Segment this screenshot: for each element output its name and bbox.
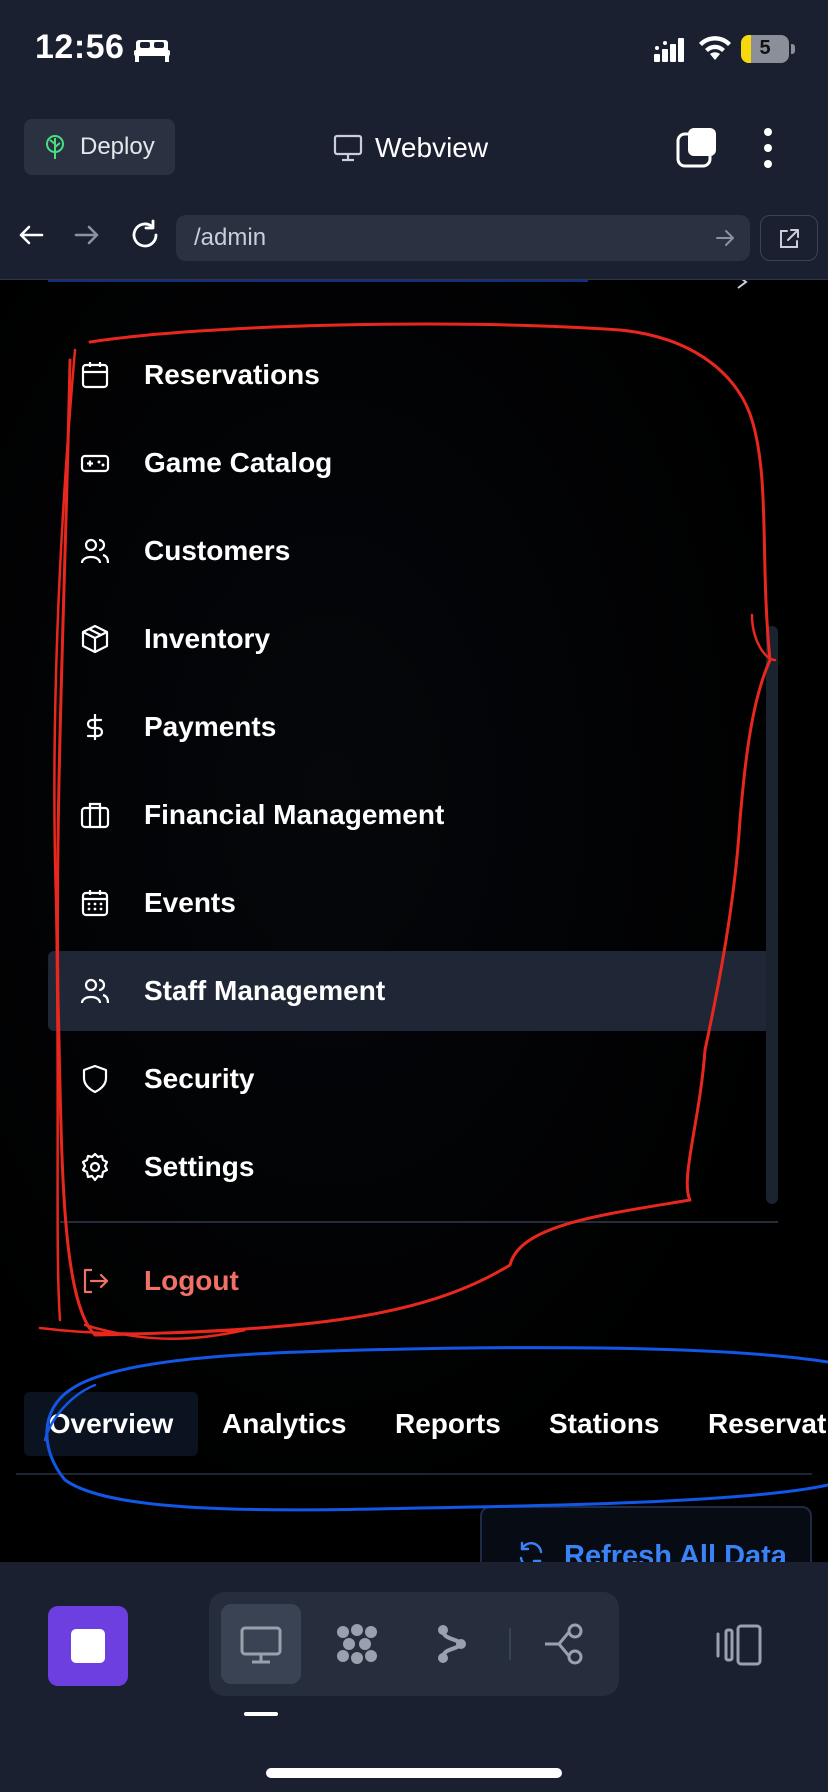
url-text: /admin bbox=[194, 224, 267, 251]
tab-label: Reservations bbox=[708, 1408, 828, 1439]
sidebar-item-label: Reservations bbox=[144, 359, 320, 390]
bed-icon bbox=[134, 40, 170, 62]
url-input[interactable]: /admin bbox=[176, 215, 750, 261]
monitor-icon bbox=[333, 134, 363, 162]
users-icon bbox=[80, 538, 110, 564]
sidebar-item-inventory[interactable]: Inventory bbox=[48, 599, 778, 679]
share-nodes-icon bbox=[545, 1623, 583, 1665]
sidebar-item-game-catalog[interactable]: Game Catalog bbox=[48, 423, 778, 503]
deploy-label: Deploy bbox=[80, 133, 155, 160]
panel-toggle-icon[interactable] bbox=[714, 1622, 764, 1668]
monitor-icon bbox=[240, 1626, 282, 1664]
tabs-icon[interactable] bbox=[674, 126, 718, 170]
tab-reports[interactable]: Reports bbox=[371, 1392, 525, 1456]
sidebar-item-label: Customers bbox=[144, 535, 291, 566]
branch-icon bbox=[438, 1625, 466, 1663]
stop-button[interactable] bbox=[48, 1606, 128, 1686]
cellular-signal-icon bbox=[654, 38, 684, 62]
status-time: 12:56 bbox=[35, 28, 125, 66]
shield-icon bbox=[82, 1064, 108, 1094]
sidebar-item-label: Security bbox=[144, 1063, 255, 1094]
top-toolbar: Deploy Webview bbox=[0, 100, 828, 196]
tab-label: Reports bbox=[395, 1408, 501, 1439]
cut-off-icon bbox=[737, 280, 748, 289]
dock-active-indicator bbox=[244, 1712, 278, 1716]
battery-percent: 5 bbox=[759, 37, 771, 59]
external-link-icon bbox=[780, 229, 799, 248]
tab-divider bbox=[16, 1473, 812, 1475]
tab-bar: Overview Analytics Reports Stations Rese… bbox=[0, 1392, 828, 1472]
calendar-icon bbox=[81, 362, 109, 389]
sidebar-item-customers[interactable]: Customers bbox=[48, 511, 778, 591]
sidebar-item-label: Inventory bbox=[144, 623, 271, 654]
sidebar-item-settings[interactable]: Settings bbox=[48, 1127, 778, 1207]
deploy-tree-icon bbox=[46, 135, 64, 159]
reload-icon[interactable] bbox=[128, 218, 162, 252]
sidebar-item-reservations[interactable]: Reservations bbox=[48, 335, 778, 415]
webview-title: Webview bbox=[333, 130, 488, 166]
tab-analytics[interactable]: Analytics bbox=[198, 1392, 371, 1456]
sidebar-item-financial-management[interactable]: Financial Management bbox=[48, 775, 778, 855]
go-arrow-icon[interactable] bbox=[714, 227, 736, 249]
dock-view-group bbox=[209, 1592, 619, 1696]
tab-label: Analytics bbox=[222, 1408, 347, 1439]
sidebar-item-label: Game Catalog bbox=[144, 447, 333, 478]
gamepad-icon bbox=[80, 454, 110, 473]
refresh-all-data-button[interactable]: Refresh All Data bbox=[480, 1506, 812, 1562]
tab-label: Overview bbox=[48, 1408, 174, 1439]
users-icon bbox=[80, 978, 110, 1004]
webview-title-text: Webview bbox=[375, 132, 489, 163]
menu-divider bbox=[60, 1221, 778, 1223]
package-icon bbox=[81, 624, 109, 654]
battery-icon: 5 bbox=[741, 35, 789, 63]
open-external-button[interactable] bbox=[760, 215, 818, 261]
sidebar-item-label: Settings bbox=[144, 1151, 255, 1182]
cluster-icon bbox=[337, 1624, 377, 1664]
gear-icon bbox=[81, 1152, 109, 1182]
sidebar-item-label: Financial Management bbox=[144, 799, 445, 830]
dock-separator bbox=[509, 1628, 511, 1660]
logout-icon bbox=[83, 1268, 109, 1294]
logout-button[interactable]: Logout bbox=[48, 1241, 778, 1321]
briefcase-icon bbox=[80, 802, 110, 829]
refresh-icon bbox=[519, 1541, 543, 1562]
refresh-label: Refresh All Data bbox=[564, 1540, 787, 1562]
wifi-icon bbox=[699, 36, 731, 60]
kebab-menu-icon[interactable] bbox=[756, 126, 780, 170]
logout-label: Logout bbox=[144, 1265, 239, 1296]
bottom-dock bbox=[0, 1562, 828, 1792]
admin-page: Reservations Game Catalog Customers Inve… bbox=[0, 280, 828, 1562]
sidebar-item-label: Payments bbox=[144, 711, 277, 742]
sidebar-item-label: Staff Management bbox=[144, 975, 386, 1006]
branch-view-button[interactable] bbox=[413, 1604, 493, 1684]
back-arrow-icon[interactable] bbox=[16, 220, 46, 250]
url-bar-row: /admin bbox=[0, 196, 828, 280]
tab-reservations[interactable]: Reservations bbox=[684, 1392, 828, 1456]
webview-view-button[interactable] bbox=[221, 1604, 301, 1684]
tab-stations[interactable]: Stations bbox=[525, 1392, 683, 1456]
calendar-days-icon bbox=[81, 890, 109, 917]
tab-label: Stations bbox=[549, 1408, 660, 1439]
sidebar-item-staff-management[interactable]: Staff Management bbox=[48, 951, 778, 1031]
home-indicator[interactable] bbox=[266, 1768, 562, 1778]
tab-overview[interactable]: Overview bbox=[24, 1392, 198, 1456]
status-bar: 12:56 5 bbox=[0, 0, 828, 100]
phone-screen: 12:56 5 Deploy Webview /admin Reservatio… bbox=[0, 0, 828, 1792]
cluster-view-button[interactable] bbox=[317, 1604, 397, 1684]
sidebar-item-security[interactable]: Security bbox=[48, 1039, 778, 1119]
battery-cap bbox=[791, 44, 795, 54]
sidebar-item-payments[interactable]: Payments bbox=[48, 687, 778, 767]
sidebar-item-label: Events bbox=[144, 887, 236, 918]
dollar-icon bbox=[86, 714, 104, 740]
forward-arrow-icon[interactable] bbox=[72, 220, 102, 250]
sidebar-scrollbar[interactable] bbox=[766, 626, 778, 1204]
sidebar-item-events[interactable]: Events bbox=[48, 863, 778, 943]
cut-off-heading-graphic bbox=[48, 280, 588, 282]
share-nodes-button[interactable] bbox=[525, 1604, 605, 1684]
deploy-button[interactable]: Deploy bbox=[24, 119, 175, 175]
